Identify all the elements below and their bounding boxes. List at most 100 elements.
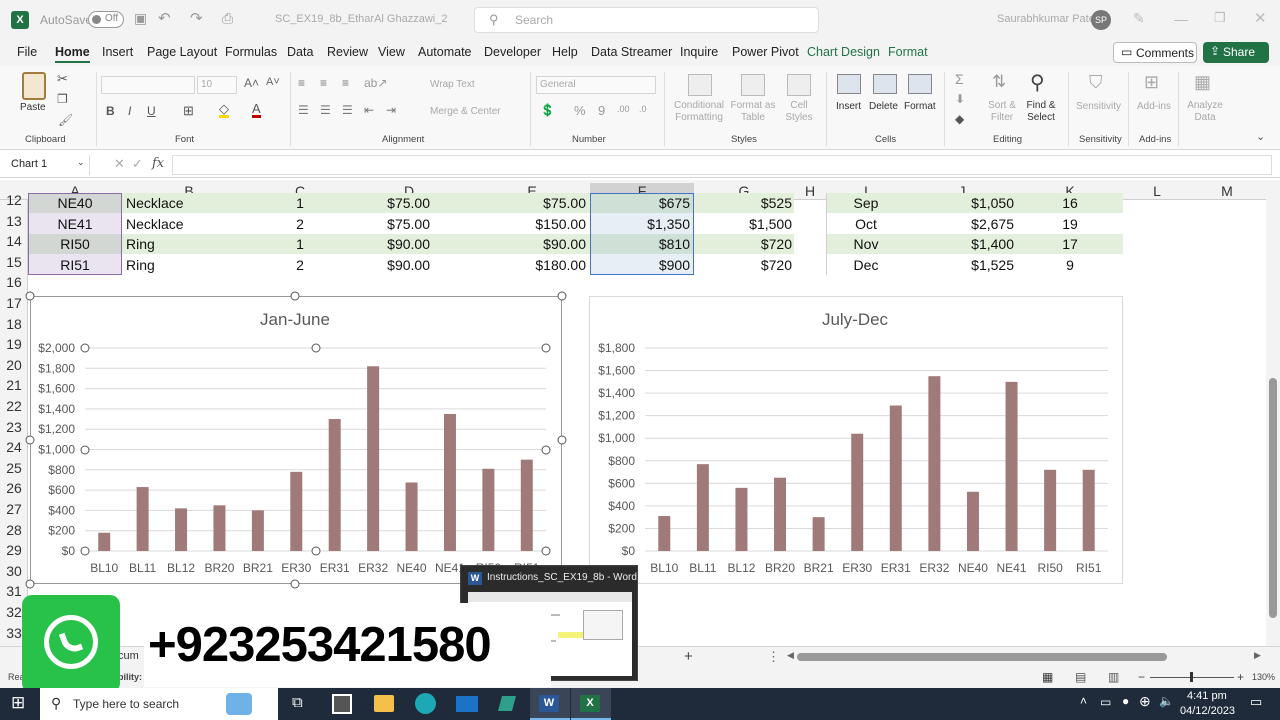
y-tick-label: $1,600 xyxy=(38,382,75,396)
horizontal-scrollbar[interactable] xyxy=(797,653,1167,661)
add-sheet-icon[interactable]: + xyxy=(684,648,693,665)
y-tick-label: $1,600 xyxy=(598,364,635,378)
clock-time[interactable]: 4:41 pm xyxy=(1187,690,1227,702)
y-tick-label: $1,800 xyxy=(38,361,75,375)
store-icon[interactable] xyxy=(332,694,352,714)
more-options-icon[interactable]: ⋮ xyxy=(767,649,780,665)
taskbar-search-text: Type here to search xyxy=(73,697,180,711)
battery-icon: ▭ xyxy=(1100,695,1112,709)
notification-icon[interactable]: ▭ xyxy=(1250,694,1262,710)
y-tick-label: $0 xyxy=(62,544,76,558)
y-tick-label: $1,200 xyxy=(598,409,635,423)
y-tick-label: $1,200 xyxy=(38,422,75,436)
chart-title: Jan-June xyxy=(260,310,330,329)
bar xyxy=(1044,469,1057,551)
y-tick-label: $800 xyxy=(608,454,635,468)
zoom-slider[interactable] xyxy=(1150,672,1234,682)
resize-handle xyxy=(541,343,551,353)
edge-icon[interactable] xyxy=(415,693,436,714)
network-icon: ⊕ xyxy=(1139,693,1151,709)
y-tick-label: $400 xyxy=(608,499,635,513)
x-tick-label: BL11 xyxy=(129,561,156,575)
resize-handle xyxy=(311,546,321,556)
bar xyxy=(696,464,709,551)
bar xyxy=(405,482,418,551)
resize-handle xyxy=(557,291,567,301)
x-tick-label: ER30 xyxy=(842,561,872,575)
bar xyxy=(175,508,188,551)
mail-icon[interactable] xyxy=(456,696,478,712)
bar xyxy=(735,487,748,551)
resize-handle xyxy=(25,291,35,301)
x-tick-label: BR21 xyxy=(243,561,273,575)
y-tick-label: $1,400 xyxy=(38,402,75,416)
chart-title: July-Dec xyxy=(822,310,889,329)
start-icon[interactable]: ⊞ xyxy=(11,693,25,713)
y-tick-label: $1,000 xyxy=(598,431,635,445)
y-tick-label: $1,400 xyxy=(598,386,635,400)
bar xyxy=(251,510,264,551)
bar xyxy=(1082,469,1095,551)
bar xyxy=(482,468,495,551)
phone-overlay: +923253421580 xyxy=(144,603,551,687)
task-view-icon[interactable]: ⧉ xyxy=(292,694,303,711)
word-taskbar-icon[interactable]: W xyxy=(530,688,570,720)
y-tick-label: $800 xyxy=(48,463,75,477)
bar xyxy=(774,477,787,551)
resize-handle xyxy=(290,291,300,301)
clock-date[interactable]: 04/12/2023 xyxy=(1180,705,1235,717)
x-tick-label: BL10 xyxy=(650,561,678,575)
normal-view-icon[interactable]: ▦ xyxy=(1042,670,1053,684)
x-tick-label: RI50 xyxy=(1037,561,1063,575)
search-highlight-icon xyxy=(226,693,252,715)
resize-handle xyxy=(80,445,90,455)
resize-handle xyxy=(541,445,551,455)
bar xyxy=(213,505,226,551)
resize-handle xyxy=(541,546,551,556)
popup-title: Instructions_SC_EX19_8b - Word xyxy=(487,572,637,583)
y-tick-label: $200 xyxy=(608,521,635,535)
page-break-view-icon[interactable]: ▥ xyxy=(1108,670,1119,684)
bar xyxy=(889,405,902,551)
resize-handle xyxy=(557,435,567,445)
whatsapp-overlay xyxy=(22,595,120,693)
bar xyxy=(928,376,941,551)
bar xyxy=(443,413,456,551)
zoom-in-icon[interactable]: + xyxy=(1237,670,1244,684)
power-automate-icon[interactable] xyxy=(497,696,517,711)
sheet-tab-partial[interactable]: cum xyxy=(118,650,139,662)
scroll-left-icon[interactable]: ◀ xyxy=(787,650,794,661)
resize-handle xyxy=(25,435,35,445)
x-tick-label: NE40 xyxy=(958,561,988,575)
x-tick-label: BR20 xyxy=(765,561,795,575)
vertical-scrollbar[interactable] xyxy=(1266,180,1280,646)
bar xyxy=(328,419,341,551)
page-layout-view-icon[interactable]: ▤ xyxy=(1075,670,1086,684)
status-accessibility[interactable]: bility: I xyxy=(118,672,147,682)
zoom-level[interactable]: 130% xyxy=(1252,672,1275,682)
bar xyxy=(367,366,380,551)
bar xyxy=(98,532,111,551)
y-tick-label: $2,000 xyxy=(38,341,75,355)
word-icon: W xyxy=(468,572,482,585)
y-tick-label: $600 xyxy=(48,483,75,497)
taskbar-search[interactable]: ⚲ Type here to search xyxy=(40,688,278,720)
resize-handle xyxy=(80,546,90,556)
y-tick-label: $600 xyxy=(608,476,635,490)
x-tick-label: ER31 xyxy=(320,561,350,575)
file-explorer-icon[interactable] xyxy=(374,695,394,712)
bar xyxy=(136,487,149,551)
excel-taskbar-icon[interactable]: X xyxy=(571,688,611,720)
x-tick-label: BL12 xyxy=(727,561,755,575)
zoom-out-icon[interactable]: − xyxy=(1138,670,1145,684)
bar xyxy=(812,517,825,551)
bar xyxy=(1005,381,1018,551)
scroll-right-icon[interactable]: ▶ xyxy=(1254,650,1261,661)
taskbar-search-icon: ⚲ xyxy=(51,695,62,711)
y-tick-label: $400 xyxy=(48,503,75,517)
bar xyxy=(520,459,533,551)
bar xyxy=(851,433,864,551)
x-tick-label: ER31 xyxy=(881,561,911,575)
x-tick-label: NE40 xyxy=(397,561,427,575)
tray-chevron-icon[interactable]: ˄ xyxy=(1080,694,1087,708)
